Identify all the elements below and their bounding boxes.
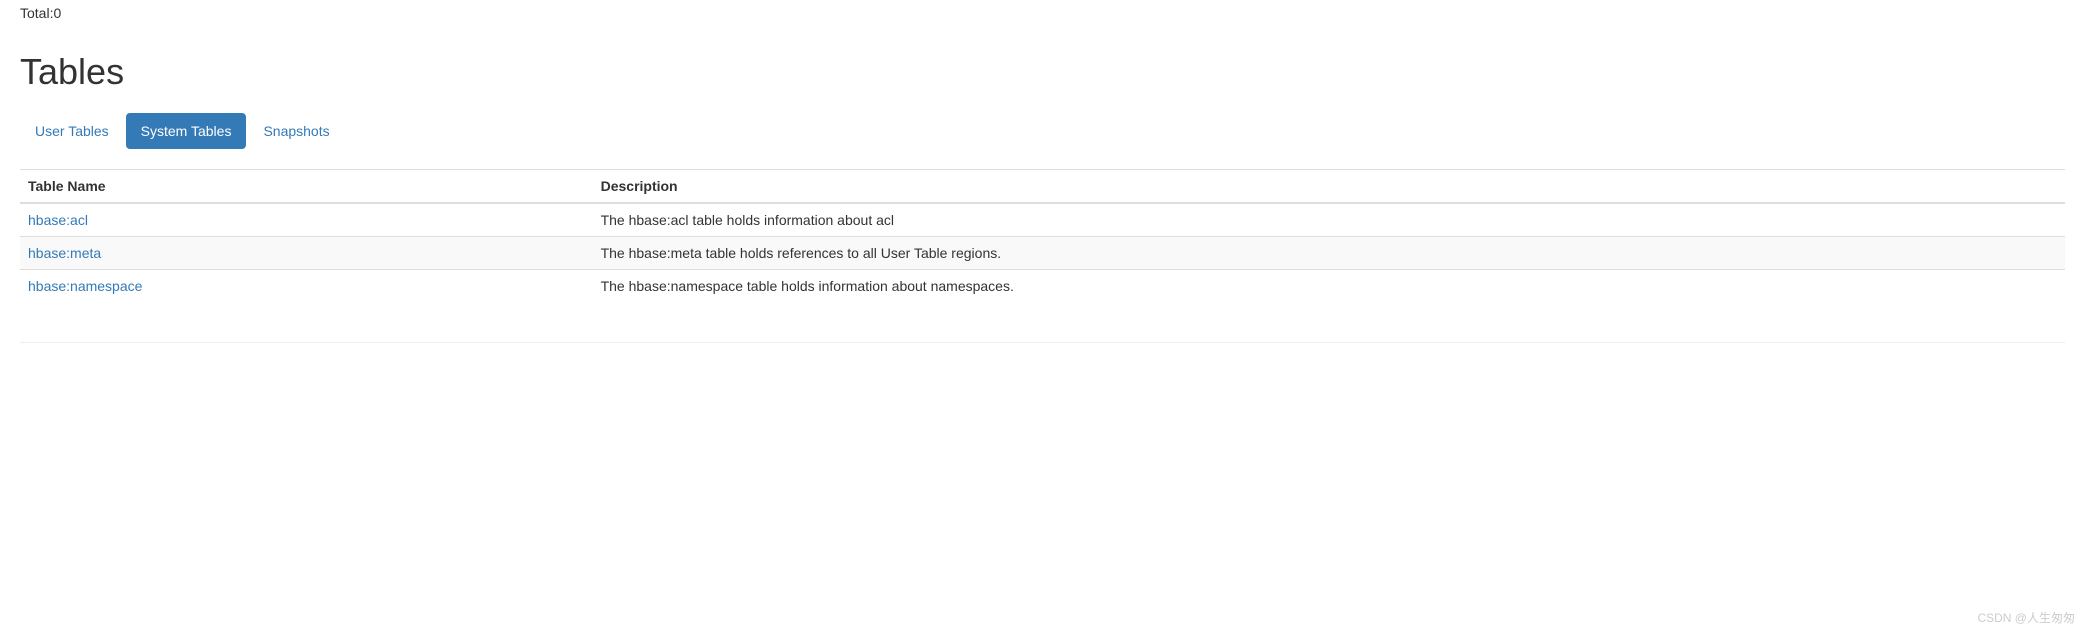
tab-system-tables[interactable]: System Tables [126, 113, 247, 149]
divider [20, 342, 2065, 343]
tab-user-tables[interactable]: User Tables [20, 113, 124, 149]
table-row: hbase:meta The hbase:meta table holds re… [20, 237, 2065, 270]
tables-heading: Tables [20, 51, 2065, 93]
header-description: Description [593, 170, 2065, 204]
table-row: hbase:acl The hbase:acl table holds info… [20, 203, 2065, 237]
table-link-hbase-namespace[interactable]: hbase:namespace [28, 278, 142, 294]
table-link-hbase-meta[interactable]: hbase:meta [28, 245, 101, 261]
table-row: hbase:namespace The hbase:namespace tabl… [20, 270, 2065, 303]
watermark: CSDN @人生匆匆 [1977, 609, 2075, 626]
table-description: The hbase:acl table holds information ab… [593, 203, 2065, 237]
total-count: Total:0 [20, 5, 2065, 21]
table-description: The hbase:meta table holds references to… [593, 237, 2065, 270]
tables-tabs: User Tables System Tables Snapshots [20, 113, 2065, 149]
header-table-name: Table Name [20, 170, 593, 204]
table-link-hbase-acl[interactable]: hbase:acl [28, 212, 88, 228]
system-tables-table: Table Name Description hbase:acl The hba… [20, 169, 2065, 302]
table-description: The hbase:namespace table holds informat… [593, 270, 2065, 303]
tab-snapshots[interactable]: Snapshots [248, 113, 344, 149]
